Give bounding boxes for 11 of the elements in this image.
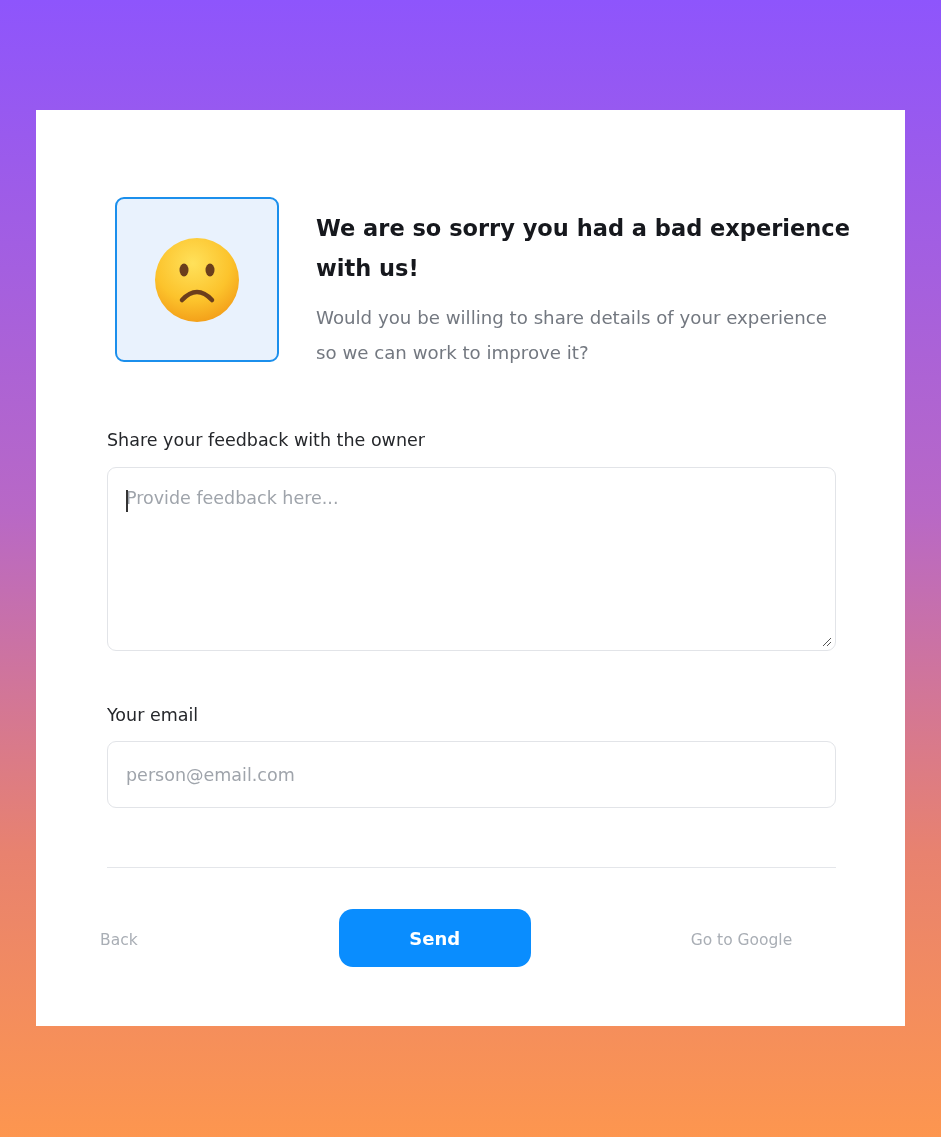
- email-field[interactable]: person@email.com: [107, 741, 836, 808]
- feedback-label: Share your feedback with the owner: [107, 429, 425, 452]
- email-label: Your email: [107, 704, 199, 727]
- send-button[interactable]: Send: [338, 909, 531, 967]
- link-button[interactable]: Go to Google: [690, 929, 793, 951]
- link-button[interactable]: Back: [100, 929, 138, 951]
- feedback-textarea[interactable]: Provide feedback here...: [107, 467, 836, 651]
- resize-handle-icon[interactable]: [822, 637, 832, 647]
- heading: We are so sorry you had a bad experience with us!: [316, 214, 851, 283]
- subtitle: Would you be willing to share details of your experience so we can work to improve it?: [316, 306, 828, 365]
- sad-face-icon: [155, 237, 239, 322]
